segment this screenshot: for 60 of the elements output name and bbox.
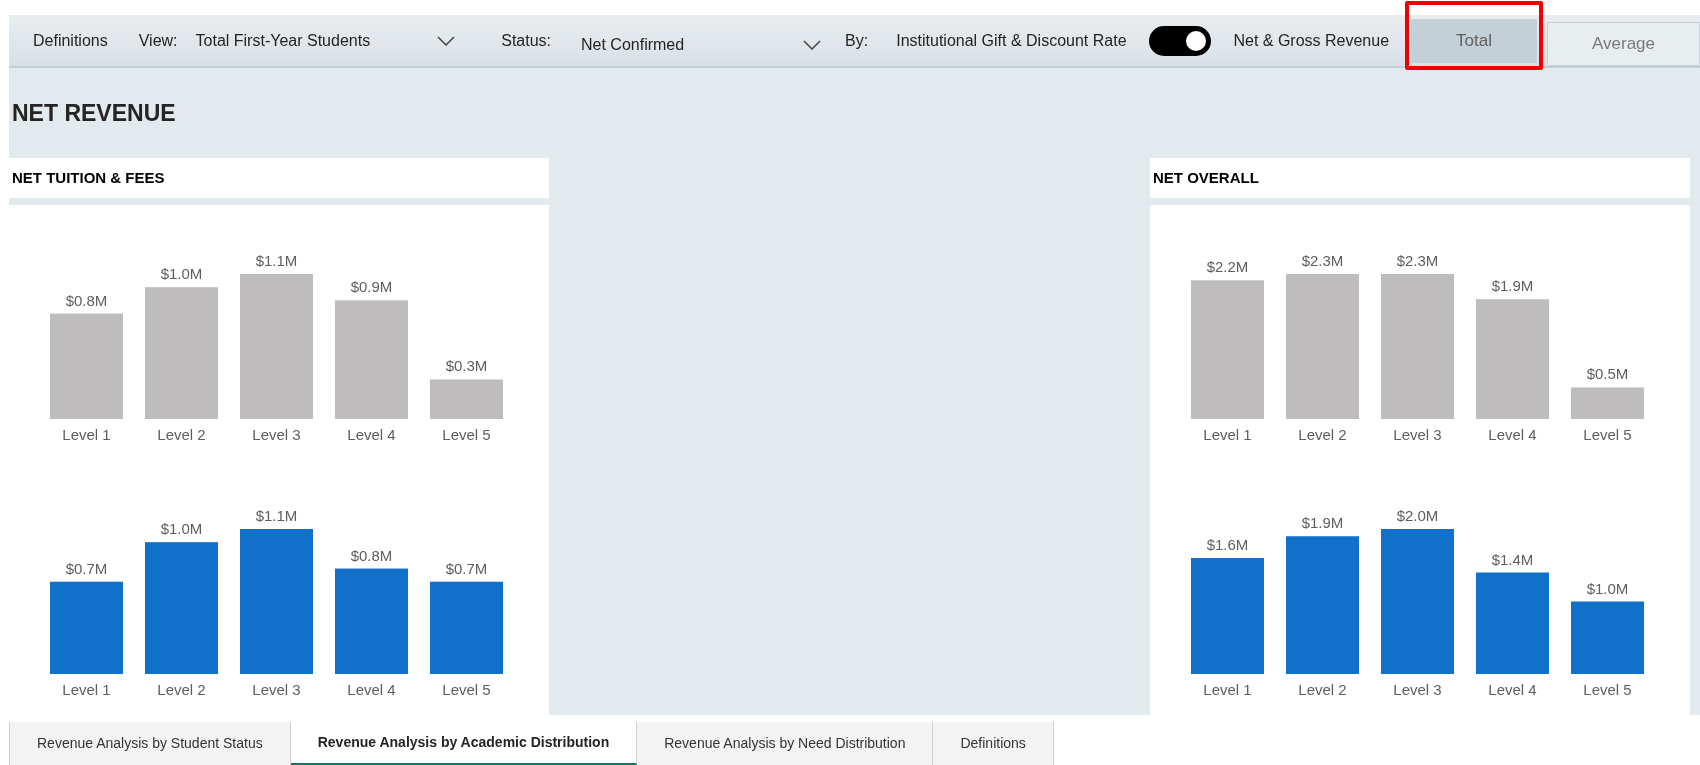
card-title: NET TUITION & FEES [12, 167, 165, 188]
category-label: Level 3 [1393, 426, 1442, 443]
measure-button[interactable]: Total [1411, 18, 1537, 63]
value-label: $0.7M [445, 559, 488, 577]
card-title: NET OVERALL [1153, 167, 1259, 188]
category-label: Level 3 [1393, 681, 1442, 698]
category-label: Level 3 [252, 426, 301, 443]
category-label: Level 1 [1203, 681, 1252, 698]
value-label: $0.9M [350, 278, 393, 296]
category-label: Level 2 [1298, 681, 1347, 698]
value-label: $0.5M [1586, 365, 1629, 383]
definitions-link[interactable]: Definitions [33, 28, 108, 53]
page-tab[interactable]: Revenue Analysis by Academic Distribution [290, 722, 638, 765]
measure-button[interactable]: Average [1547, 21, 1700, 66]
category-label: Level 5 [442, 426, 491, 443]
value-label: $2.2M [1206, 258, 1249, 276]
value-label: $1.0M [160, 265, 203, 283]
by-label: By: [845, 30, 869, 51]
value-label: $1.1M [255, 252, 298, 269]
value-label: $1.6M [1206, 536, 1249, 553]
category-label: Level 2 [1298, 426, 1347, 443]
category-label: Level 4 [1488, 681, 1537, 698]
value-label: $0.8M [65, 291, 108, 309]
category-label: Level 5 [1583, 426, 1632, 443]
chevron-down-icon [437, 35, 456, 46]
page-title: NET REVENUE [12, 99, 176, 128]
status-dropdown[interactable]: Net Confirmed [581, 24, 822, 57]
value-label: $2.3M [1301, 252, 1344, 269]
page-tab[interactable]: Revenue Analysis by Need Distribution [637, 722, 934, 765]
value-label: $1.9M [1491, 277, 1534, 295]
category-label: Level 2 [157, 426, 206, 443]
value-label: $0.3M [445, 357, 488, 375]
category-label: Level 5 [442, 681, 491, 698]
value-label: $1.4M [1491, 550, 1534, 568]
category-label: Level 1 [62, 426, 111, 443]
category-label: Level 4 [347, 426, 396, 443]
value-label: $2.3M [1396, 252, 1439, 269]
page-tab[interactable]: Definitions [933, 722, 1054, 765]
category-label: Level 4 [347, 681, 396, 698]
value-label: $0.7M [65, 559, 108, 577]
view-label: View: [138, 30, 178, 51]
value-label: $2.0M [1396, 507, 1439, 524]
toggle-switch[interactable] [1148, 25, 1212, 56]
category-label: Level 1 [1203, 426, 1252, 443]
toggle-option-label: Net & Gross Revenue [1233, 30, 1390, 51]
category-label: Level 3 [252, 681, 301, 698]
category-label: Level 2 [157, 681, 206, 698]
category-label: Level 4 [1488, 426, 1537, 443]
category-label: Level 5 [1583, 681, 1632, 698]
page-tab[interactable]: Revenue Analysis by Student Status [10, 722, 291, 765]
category-label: Level 1 [62, 681, 111, 698]
value-label: $0.8M [350, 546, 393, 564]
value-label: $1.1M [255, 507, 298, 524]
value-label: $1.9M [1301, 514, 1344, 532]
status-label: Status: [501, 30, 551, 51]
chevron-down-icon [803, 39, 822, 50]
toggle-option-label: Institutional Gift & Discount Rate [896, 30, 1127, 51]
value-label: $1.0M [160, 520, 203, 538]
value-label: $1.0M [1586, 579, 1629, 597]
view-dropdown[interactable]: Total First-Year Students [195, 28, 456, 53]
